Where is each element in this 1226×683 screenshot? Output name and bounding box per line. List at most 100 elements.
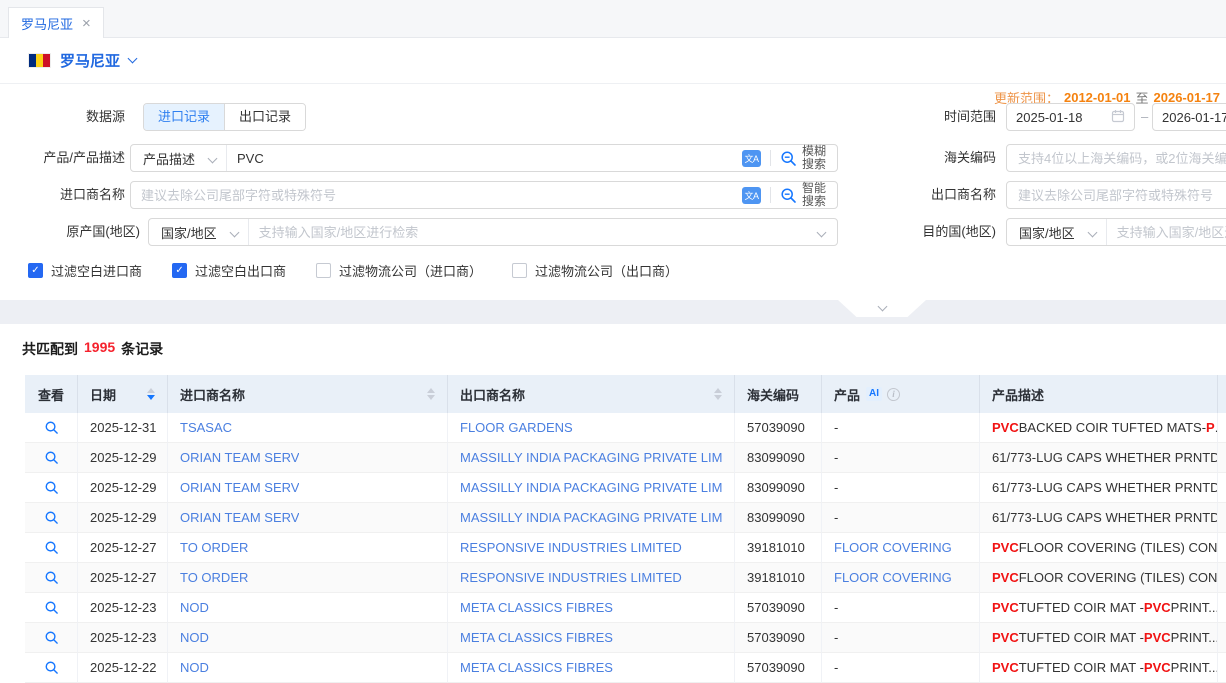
view-cell[interactable] bbox=[25, 653, 78, 683]
filter-checkbox[interactable]: 过滤物流公司（进口商） bbox=[316, 261, 482, 280]
importer-link[interactable]: ORIAN TEAM SERV bbox=[180, 450, 299, 465]
header-exporter-label: 出口商名称 bbox=[460, 385, 525, 404]
product-link[interactable]: FLOOR COVERING bbox=[834, 540, 952, 555]
exporter-link[interactable]: META CLASSICS FIBRES bbox=[460, 630, 613, 645]
origin-input[interactable] bbox=[249, 225, 818, 240]
divider bbox=[770, 187, 771, 203]
exporter-link[interactable]: META CLASSICS FIBRES bbox=[460, 600, 613, 615]
importer-cell: TO ORDER bbox=[168, 533, 448, 563]
exporter-link[interactable]: RESPONSIVE INDUSTRIES LIMITED bbox=[460, 540, 682, 555]
filter-checkbox[interactable]: ✓过滤空白出口商 bbox=[172, 261, 286, 280]
calendar-icon[interactable] bbox=[1111, 109, 1125, 126]
view-magnifier-icon[interactable] bbox=[44, 420, 59, 435]
checkbox-icon[interactable]: ✓ bbox=[172, 263, 187, 278]
exporter-link[interactable]: META CLASSICS FIBRES bbox=[460, 660, 613, 675]
translate-icon[interactable]: 文A bbox=[742, 187, 761, 204]
extra-cell bbox=[1218, 443, 1226, 473]
importer-link[interactable]: TO ORDER bbox=[180, 540, 248, 555]
exporter-link[interactable]: FLOOR GARDENS bbox=[460, 420, 573, 435]
collapse-handle[interactable] bbox=[838, 300, 926, 317]
export-records-button[interactable]: 出口记录 bbox=[225, 104, 305, 130]
sort-icon-importer[interactable] bbox=[419, 388, 435, 400]
search-icon bbox=[780, 187, 797, 204]
view-magnifier-icon[interactable] bbox=[44, 450, 59, 465]
header-description: 产品描述 bbox=[980, 375, 1218, 413]
origin-country-select[interactable]: 国家/地区 bbox=[149, 219, 249, 245]
view-cell[interactable] bbox=[25, 533, 78, 563]
exporter-input[interactable] bbox=[1006, 181, 1226, 209]
table-row: 2025-12-29ORIAN TEAM SERVMASSILLY INDIA … bbox=[25, 443, 1226, 473]
product-text: - bbox=[834, 510, 838, 525]
importer-link[interactable]: NOD bbox=[180, 630, 209, 645]
product-link[interactable]: FLOOR COVERING bbox=[834, 570, 952, 585]
translate-icon[interactable]: 文A bbox=[742, 150, 761, 167]
checkbox-icon[interactable]: ✓ bbox=[28, 263, 43, 278]
table-row: 2025-12-27TO ORDERRESPONSIVE INDUSTRIES … bbox=[25, 533, 1226, 563]
view-cell[interactable] bbox=[25, 443, 78, 473]
exporter-cell: MASSILLY INDIA PACKAGING PRIVATE LIMI... bbox=[448, 503, 735, 533]
results-count: 1995 bbox=[84, 339, 115, 359]
chevron-down-icon bbox=[1087, 227, 1097, 237]
product-text: - bbox=[834, 630, 838, 645]
view-cell[interactable] bbox=[25, 593, 78, 623]
header-exporter[interactable]: 出口商名称 bbox=[448, 375, 735, 413]
header-product-label: 产品 bbox=[834, 385, 860, 404]
date-cell: 2025-12-22 bbox=[78, 653, 168, 683]
exporter-link[interactable]: MASSILLY INDIA PACKAGING PRIVATE LIMI... bbox=[460, 480, 722, 495]
view-cell[interactable] bbox=[25, 563, 78, 593]
destination-country-select[interactable]: 国家/地区 bbox=[1007, 219, 1107, 245]
description-cell: PVC TUFTED COIR MAT - PVC PRINT... bbox=[980, 593, 1218, 623]
exporter-link[interactable]: RESPONSIVE INDUSTRIES LIMITED bbox=[460, 570, 682, 585]
importer-link[interactable]: NOD bbox=[180, 600, 209, 615]
sort-icon-date[interactable] bbox=[139, 388, 155, 400]
end-date-input[interactable]: 2026-01-17 bbox=[1152, 103, 1226, 131]
filter-row-importer: 进口商名称 文A 智能搜索 出口商名称 bbox=[0, 181, 1226, 209]
sort-icon-exporter[interactable] bbox=[706, 388, 722, 400]
view-magnifier-icon[interactable] bbox=[44, 480, 59, 495]
tab-romania[interactable]: 罗马尼亚 × bbox=[8, 7, 104, 38]
fuzzy-search-button[interactable]: 模糊搜索 bbox=[780, 145, 828, 171]
table-row: 2025-12-31TSASACFLOOR GARDENS57039090-PV… bbox=[25, 413, 1226, 443]
close-icon[interactable]: × bbox=[82, 16, 91, 31]
header-importer[interactable]: 进口商名称 bbox=[168, 375, 448, 413]
importer-input[interactable] bbox=[131, 188, 742, 203]
importer-link[interactable]: ORIAN TEAM SERV bbox=[180, 480, 299, 495]
view-magnifier-icon[interactable] bbox=[44, 510, 59, 525]
smart-search-button[interactable]: 智能搜索 bbox=[780, 182, 828, 208]
filter-checkbox[interactable]: 过滤物流公司（出口商） bbox=[512, 261, 678, 280]
import-records-button[interactable]: 进口记录 bbox=[144, 104, 225, 130]
header-date[interactable]: 日期 bbox=[78, 375, 168, 413]
product-field-select[interactable]: 产品描述 bbox=[131, 145, 227, 171]
exporter-link[interactable]: MASSILLY INDIA PACKAGING PRIVATE LIMI... bbox=[460, 450, 722, 465]
divider bbox=[770, 150, 771, 166]
importer-link[interactable]: NOD bbox=[180, 660, 209, 675]
info-icon[interactable]: i bbox=[887, 388, 900, 401]
summary-prefix: 共匹配到 bbox=[22, 339, 78, 359]
checkbox-icon[interactable] bbox=[512, 263, 527, 278]
importer-link[interactable]: TO ORDER bbox=[180, 570, 248, 585]
country-title: 罗马尼亚 bbox=[60, 50, 120, 71]
destination-input[interactable] bbox=[1107, 225, 1226, 240]
view-magnifier-icon[interactable] bbox=[44, 540, 59, 555]
view-cell[interactable] bbox=[25, 623, 78, 653]
chevron-down-icon[interactable] bbox=[817, 227, 827, 237]
hs-code-input[interactable] bbox=[1006, 144, 1226, 172]
view-magnifier-icon[interactable] bbox=[44, 630, 59, 645]
view-magnifier-icon[interactable] bbox=[44, 600, 59, 615]
view-cell[interactable] bbox=[25, 503, 78, 533]
exporter-label: 出口商名称 bbox=[846, 181, 996, 209]
start-date-input[interactable]: 2025-01-18 bbox=[1006, 103, 1135, 131]
exporter-link[interactable]: MASSILLY INDIA PACKAGING PRIVATE LIMI... bbox=[460, 510, 722, 525]
description-cell: PVC TUFTED COIR MAT - PVC PRINT... bbox=[980, 623, 1218, 653]
filter-checkbox[interactable]: ✓过滤空白进口商 bbox=[28, 261, 142, 280]
importer-link[interactable]: TSASAC bbox=[180, 420, 232, 435]
chevron-down-icon[interactable] bbox=[128, 54, 138, 64]
view-cell[interactable] bbox=[25, 473, 78, 503]
importer-link[interactable]: ORIAN TEAM SERV bbox=[180, 510, 299, 525]
view-magnifier-icon[interactable] bbox=[44, 660, 59, 675]
checkbox-icon[interactable] bbox=[316, 263, 331, 278]
view-magnifier-icon[interactable] bbox=[44, 570, 59, 585]
table-body: 2025-12-31TSASACFLOOR GARDENS57039090-PV… bbox=[25, 413, 1226, 683]
view-cell[interactable] bbox=[25, 413, 78, 443]
product-input[interactable] bbox=[227, 151, 742, 166]
